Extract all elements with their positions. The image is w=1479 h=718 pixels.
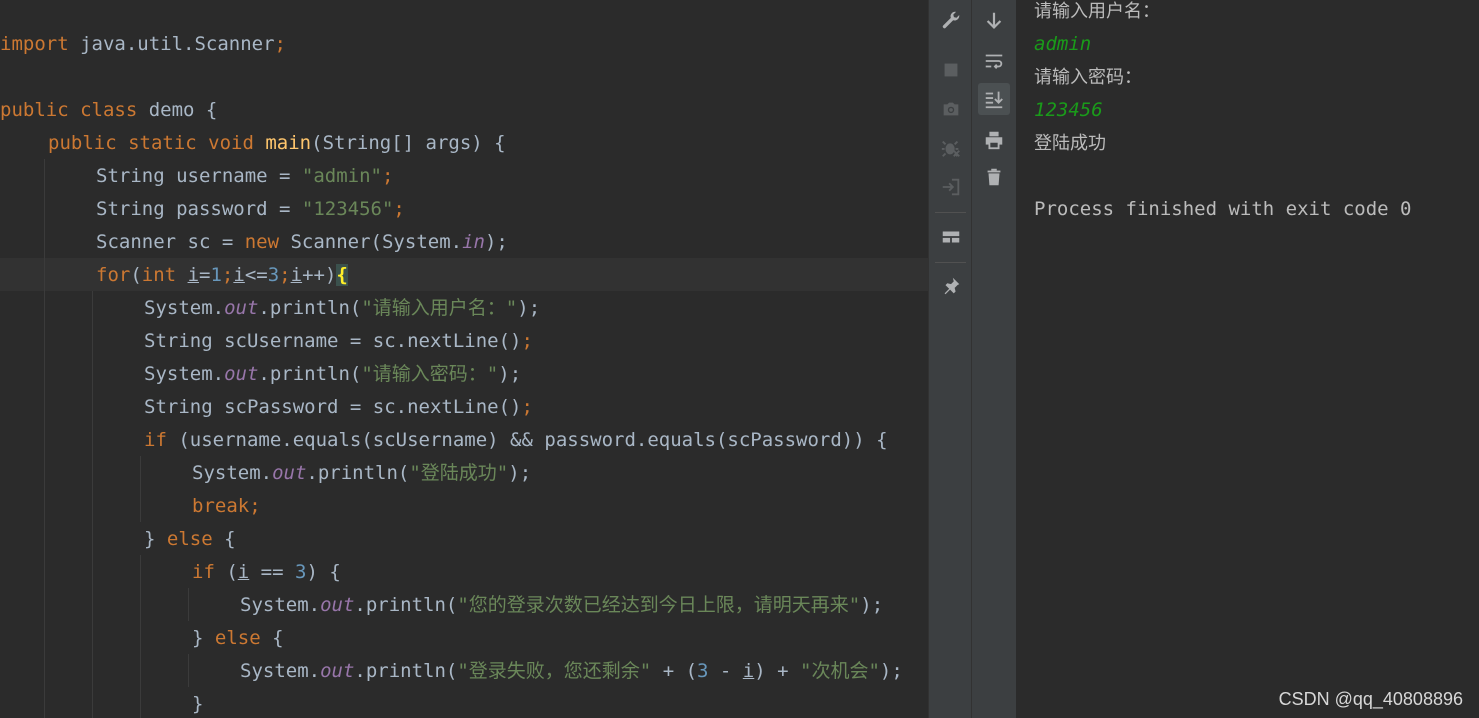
indent-guide [188, 654, 189, 687]
code-line-scanner[interactable]: Scanner sc = new Scanner(System.in); [96, 226, 508, 259]
print-icon[interactable] [978, 124, 1010, 156]
toolbar-separator [935, 212, 966, 213]
console-exit-message: Process finished with exit code 0 [1034, 198, 1412, 220]
code-line-read-password[interactable]: String scPassword = sc.nextLine(); [144, 391, 533, 424]
indent-guide [140, 456, 141, 522]
code-line-if-limit[interactable]: if (i == 3) { [192, 556, 341, 589]
indent-guide [188, 588, 189, 621]
stop-icon[interactable] [935, 54, 967, 86]
code-line-class[interactable]: public class demo { [0, 94, 217, 127]
console-prompt-username: 请输入用户名： [1034, 1, 1160, 22]
indent-guide [44, 159, 45, 718]
code-line-println-limit[interactable]: System.out.println("您的登录次数已经达到今日上限，请明天再来… [240, 589, 883, 622]
code-line-else[interactable]: } else { [144, 523, 236, 556]
run-toolbar-right [971, 0, 1017, 718]
indent-guide [140, 555, 141, 718]
soft-wrap-icon[interactable] [978, 45, 1010, 77]
code-line-username[interactable]: String username = "admin"; [96, 160, 393, 193]
debug-icon[interactable] [935, 132, 967, 164]
code-line-break[interactable]: break; [192, 490, 261, 523]
code-line-println-success[interactable]: System.out.println("登陆成功"); [192, 457, 531, 490]
login-icon[interactable] [935, 171, 967, 203]
code-line-main[interactable]: public static void main(String[] args) { [48, 127, 506, 160]
matched-brace: { [336, 264, 348, 286]
code-line-read-username[interactable]: String scUsername = sc.nextLine(); [144, 325, 533, 358]
console-input-password: 123456 [1034, 99, 1103, 121]
pin-icon[interactable] [935, 270, 967, 302]
watermark: CSDN @qq_40808896 [1278, 689, 1463, 709]
scroll-to-end-icon[interactable] [978, 83, 1010, 115]
console-prompt-password: 请输入密码： [1034, 67, 1142, 88]
code-editor[interactable]: import java.util.Scanner; public class d… [0, 0, 928, 718]
indent-guide [92, 291, 93, 718]
code-line-println-password[interactable]: System.out.println("请输入密码："); [144, 358, 521, 391]
code-line-println-fail[interactable]: System.out.println("登录失败，您还剩余" + (3 - i)… [240, 655, 903, 688]
code-line-inner-else[interactable]: } else { [192, 622, 284, 655]
wrench-icon[interactable] [935, 5, 967, 37]
run-toolbar-left [928, 0, 972, 718]
layout-icon[interactable] [935, 221, 967, 253]
run-console[interactable]: 请输入用户名： admin 请输入密码： 123456 登陆成功 Process… [1016, 0, 1479, 718]
ide-window: import java.util.Scanner; public class d… [0, 0, 1479, 718]
camera-icon[interactable] [935, 93, 967, 125]
trash-icon[interactable] [978, 161, 1010, 193]
code-line-println-username[interactable]: System.out.println("请输入用户名："); [144, 292, 540, 325]
code-line-import[interactable]: import java.util.Scanner; [0, 28, 286, 61]
code-line-password[interactable]: String password = "123456"; [96, 193, 405, 226]
arrow-down-icon[interactable] [978, 5, 1010, 37]
code-line-close-brace[interactable]: } [192, 688, 203, 718]
toolbar-separator [935, 262, 966, 263]
code-line-if-equals[interactable]: if (username.equals(scUsername) && passw… [144, 424, 888, 457]
code-line-for[interactable]: for(int i=1;i<=3;i++){ [96, 259, 348, 292]
console-result: 登陆成功 [1034, 133, 1106, 154]
console-input-username: admin [1034, 33, 1092, 55]
